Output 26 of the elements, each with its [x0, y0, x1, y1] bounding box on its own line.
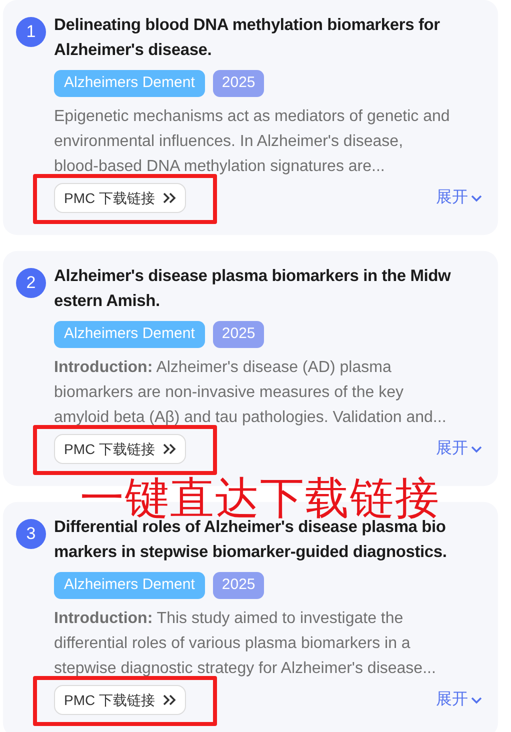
journal-tag: Alzheimers Dement: [54, 321, 205, 348]
journal-tag: Alzheimers Dement: [54, 70, 205, 97]
double-chevron-icon: [163, 443, 176, 455]
abstract-text: Introduction: Alzheimer's disease (AD) plasma biomarkers are non-invasive measures of the key amyloid beta (Aβ) and tau pathologies. Validation and...: [54, 358, 448, 428]
index-badge: 2: [16, 268, 46, 298]
double-chevron-icon: [163, 694, 176, 706]
expand-link[interactable]: 展开: [436, 437, 482, 461]
chevron-down-icon: [471, 194, 482, 202]
download-link-button[interactable]: PMC 下载链接: [54, 685, 186, 715]
year-tag: 2025: [212, 321, 264, 348]
chevron-down-icon: [471, 446, 482, 452]
chevron-down-icon: [471, 696, 482, 704]
index-badge: 3: [16, 519, 46, 549]
expand-link[interactable]: 展开: [436, 186, 482, 210]
year-tag: 2025: [212, 572, 264, 599]
abstract-text: Introduction: This study aimed to investigate the differential roles of various plasma biomarkers in a stepwise diagnostic strategy for Alzheimer's disease...: [54, 609, 437, 679]
download-link-button[interactable]: PMC 下载链接: [54, 183, 186, 213]
download-link-button[interactable]: PMC 下载链接: [54, 434, 186, 464]
article-title[interactable]: Alzheimer's disease plasma biomarkers in the Midw estern Amish.: [54, 264, 484, 314]
index-badge: 1: [16, 17, 46, 47]
abstract-text: Epigenetic mechanisms act as mediators of genetic and environmental influences. In Alzheimer's disease, blood-based DNA methylation signatures are...: [54, 107, 451, 177]
article-title[interactable]: Delineating blood DNA methylation biomarkers for Alzheimer's disease.: [54, 13, 484, 63]
double-chevron-icon: [163, 192, 176, 204]
year-tag: 2025: [212, 70, 264, 97]
journal-tag: Alzheimers Dement: [54, 572, 205, 599]
expand-link[interactable]: 展开: [436, 688, 482, 712]
